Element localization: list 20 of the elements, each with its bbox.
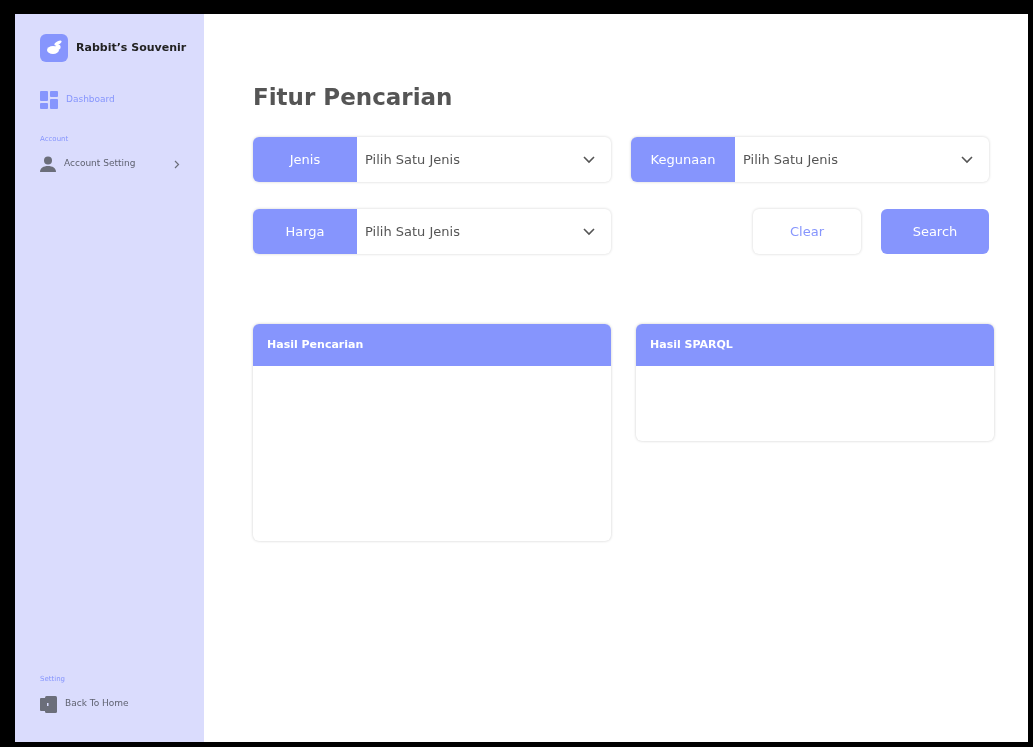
panel-title: Hasil Pencarian	[267, 336, 364, 353]
user-icon	[40, 156, 56, 172]
filter-select[interactable]: Jenis Pilih Satu Jenis	[253, 137, 611, 182]
filter-select[interactable]: Kegunaan Pilih Satu Jenis	[631, 137, 989, 182]
filter-select[interactable]: Harga Pilih Satu Jenis	[253, 209, 611, 254]
filter-label: Kegunaan	[631, 137, 735, 182]
select-value: Pilih Satu Jenis	[364, 222, 461, 241]
filter-label: Harga	[253, 209, 357, 254]
panel-title: Hasil SPARQL	[650, 336, 733, 353]
select-value: Pilih Satu Jenis	[742, 150, 839, 169]
filter-label: Jenis	[253, 137, 357, 182]
action-button[interactable]: Search	[881, 209, 989, 254]
brand-name: Rabbit’s Souvenir	[76, 39, 187, 56]
select-value: Pilih Satu Jenis	[364, 150, 461, 169]
page-title: Fitur Pencarian	[253, 86, 454, 109]
dashboard-icon	[40, 91, 58, 109]
door-icon	[40, 695, 57, 713]
nav-item[interactable]: Back To Home	[40, 688, 204, 720]
nav-item[interactable]: Account Setting	[40, 148, 204, 180]
action-button[interactable]: Clear	[753, 209, 861, 254]
